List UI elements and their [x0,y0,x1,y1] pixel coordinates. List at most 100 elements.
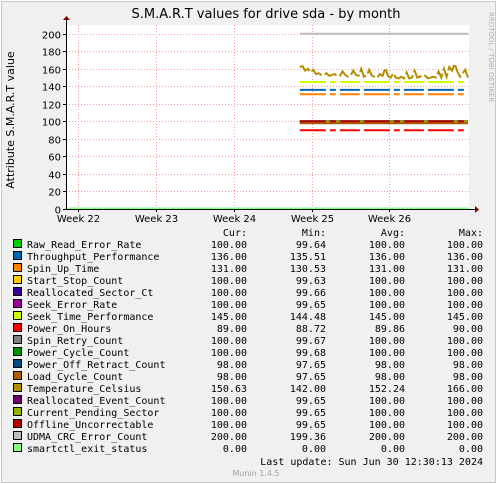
legend-series-name: Current_Pending_Sector [27,408,159,419]
legend-avg-value: 100.00 [369,336,405,347]
x-tick-label: Week 23 [135,214,178,225]
legend-cur-value: 100.00 [211,396,247,407]
legend-cur-value: 131.00 [211,264,247,275]
legend-avg-value: 136.00 [369,252,405,263]
legend-series-name: Throughput_Performance [27,252,159,263]
legend-cur-value: 100.00 [211,276,247,287]
legend-swatch [13,395,22,404]
legend-min-value: 97.65 [296,372,326,383]
legend-series-name: Reallocated_Sector_Ct [27,288,153,299]
y-tick-label: 60 [48,153,61,164]
legend-avg-value: 152.24 [369,384,405,395]
legend-cur-value: 98.00 [217,360,247,371]
legend-series-name: smartctl_exit_status [27,444,147,455]
legend-swatch [13,275,22,284]
legend-avg-value: 98.00 [375,360,405,371]
legend-max-value: 98.00 [453,372,483,383]
smart-chart: S.M.A.R.T values for drive sda - by mont… [0,0,497,484]
legend-min-value: 0.00 [302,444,326,455]
legend-max-value: 0.00 [459,444,483,455]
legend-min-value: 88.72 [296,324,326,335]
legend-max-value: 100.00 [447,300,483,311]
munin-version: Munin 1.4.5 [232,469,279,478]
legend-series-name: Power_Off_Retract_Count [27,360,165,371]
legend-avg-value: 100.00 [369,396,405,407]
legend-cur-value: 100.00 [211,336,247,347]
legend-min-value: 97.65 [296,360,326,371]
legend-min-value: 142.00 [290,384,326,395]
legend-min-value: 99.65 [296,408,326,419]
legend-cur-value: 200.00 [211,432,247,443]
legend-max-value: 166.00 [447,384,483,395]
legend-series-name: Power_Cycle_Count [27,348,129,359]
legend-cur-value: 100.00 [211,408,247,419]
legend-max-value: 200.00 [447,432,483,443]
legend-min-value: 99.65 [296,420,326,431]
legend-swatch [13,287,22,296]
rrdtool-watermark: RRDTOOL / TOBI OETIKER [487,12,495,102]
legend-max-value: 100.00 [447,240,483,251]
legend-series-name: Seek_Error_Rate [27,300,117,311]
legend-avg-value: 131.00 [369,264,405,275]
legend-avg-value: 100.00 [369,288,405,299]
legend-series-name: Spin_Retry_Count [27,336,123,347]
legend-max-value: 131.00 [447,264,483,275]
legend-swatch [13,323,22,332]
legend-series-name: UDMA_CRC_Error_Count [27,432,147,443]
legend-max-value: 90.00 [453,324,483,335]
legend-series-name: Temperature_Celsius [27,384,141,395]
x-tick-label: Week 22 [57,214,100,225]
y-axis-label: Attribute S.M.A.R.T value [4,51,17,189]
legend-cur-value: 136.00 [211,252,247,263]
legend-column-header: Avg: [381,228,405,239]
legend-column-header: Cur: [223,228,247,239]
legend-min-value: 99.64 [296,240,326,251]
legend-series-name: Load_Cycle_Count [27,372,123,383]
x-tick-label: Week 25 [291,214,334,225]
y-tick-label: 120 [42,101,61,112]
y-tick-label: 40 [48,171,61,182]
legend-swatch [13,347,22,356]
legend-max-value: 100.00 [447,420,483,431]
legend-swatch [13,263,22,272]
legend-avg-value: 100.00 [369,240,405,251]
legend-cur-value: 89.00 [217,324,247,335]
y-tick-label: 200 [42,31,61,42]
plot-area [66,25,469,209]
y-tick-label: 140 [42,83,61,94]
legend-avg-value: 200.00 [369,432,405,443]
legend-min-value: 99.68 [296,348,326,359]
legend-cur-value: 150.63 [211,384,247,395]
legend-avg-value: 100.00 [369,300,405,311]
y-tick-label: 180 [42,48,61,59]
legend-series-name: Start_Stop_Count [27,276,123,287]
legend-max-value: 100.00 [447,336,483,347]
legend-cur-value: 100.00 [211,420,247,431]
legend-swatch [13,299,22,308]
y-tick-label: 160 [42,66,61,77]
legend-column-header: Max: [459,228,483,239]
legend-swatch [13,419,22,428]
legend-max-value: 100.00 [447,348,483,359]
legend-min-value: 99.65 [296,396,326,407]
legend-swatch [13,407,22,416]
y-tick-label: 80 [48,136,61,147]
legend-min-value: 135.51 [290,252,326,263]
legend-cur-value: 100.00 [211,348,247,359]
chart-canvas: S.M.A.R.T values for drive sda - by mont… [0,0,497,484]
x-tick-label: Week 24 [213,214,256,225]
legend-avg-value: 89.86 [375,324,405,335]
legend-swatch [13,443,22,452]
legend-swatch [13,359,22,368]
legend-series-name: Reallocated_Event_Count [27,396,165,407]
legend-min-value: 144.48 [290,312,326,323]
legend-series-name: Offline_Uncorrectable [27,420,153,431]
legend-avg-value: 0.00 [381,444,405,455]
legend-max-value: 100.00 [447,276,483,287]
legend-series-name: Seek_Time_Performance [27,312,153,323]
legend-cur-value: 145.00 [211,312,247,323]
legend-max-value: 98.00 [453,360,483,371]
legend-min-value: 99.67 [296,336,326,347]
legend-cur-value: 100.00 [211,300,247,311]
legend-avg-value: 100.00 [369,408,405,419]
